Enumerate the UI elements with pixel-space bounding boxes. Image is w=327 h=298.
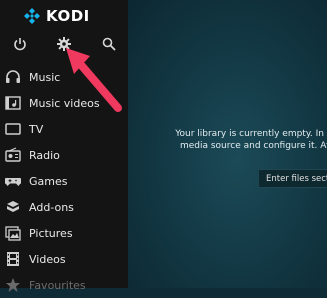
sidebar-item-tv[interactable]: TV <box>0 116 128 142</box>
kodi-logo-text: KODI <box>46 7 90 25</box>
sidebar-item-label: Add-ons <box>29 200 74 214</box>
sidebar-item-label: Favourites <box>29 278 86 292</box>
power-icon[interactable] <box>12 36 28 52</box>
kodi-logo[interactable]: KODI <box>24 5 90 27</box>
sidebar-item-label: Videos <box>29 252 66 266</box>
library-empty-message: Your library is currently empty. In orde… <box>146 128 327 152</box>
pictures-icon <box>4 224 22 242</box>
enter-files-section-button[interactable]: Enter files section <box>258 169 327 188</box>
tv-icon <box>4 120 22 138</box>
sidebar-item-label: Games <box>29 174 68 188</box>
sidebar-item-pictures[interactable]: Pictures <box>0 220 128 246</box>
kodi-logo-icon <box>24 8 40 24</box>
star-icon <box>4 276 22 294</box>
radio-icon <box>4 146 22 164</box>
sidebar-item-label: Music <box>29 70 61 84</box>
annotation-arrow-icon <box>66 48 122 112</box>
headphones-icon <box>4 68 22 86</box>
music-video-icon <box>4 94 22 112</box>
sidebar-item-label: Radio <box>29 148 60 162</box>
sidebar-item-radio[interactable]: Radio <box>0 142 128 168</box>
sidebar-item-label: Pictures <box>29 226 73 240</box>
sidebar-item-videos[interactable]: Videos <box>0 246 128 272</box>
main-content: Your library is currently empty. In orde… <box>128 0 327 288</box>
sidebar-item-games[interactable]: Games <box>0 168 128 194</box>
gamepad-icon <box>4 172 22 190</box>
sidebar-item-label: TV <box>29 122 44 136</box>
library-empty-message-line1: Your library is currently empty. In orde… <box>175 129 327 139</box>
sidebar-item-addons[interactable]: Add-ons <box>0 194 128 220</box>
library-empty-message-line2: media source and configure it. After the… <box>179 141 327 151</box>
film-icon <box>4 250 22 268</box>
addons-box-icon <box>4 198 22 216</box>
sidebar-item-favourites[interactable]: Favourites <box>0 272 128 298</box>
